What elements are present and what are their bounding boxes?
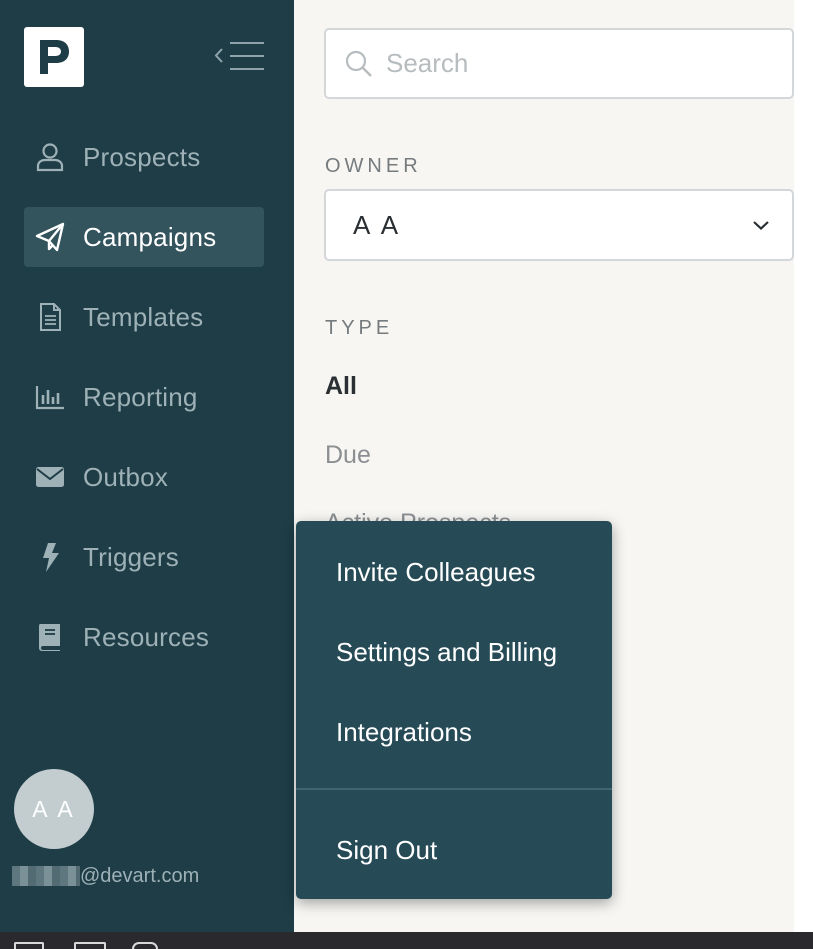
- sidebar-item-prospects[interactable]: Prospects: [24, 127, 264, 187]
- menu-item-settings-and-billing[interactable]: Settings and Billing: [336, 637, 557, 668]
- type-option-all[interactable]: All: [325, 372, 357, 401]
- sidebar-item-label: Prospects: [83, 141, 201, 172]
- sidebar-item-label: Outbox: [83, 461, 169, 492]
- user-email: @devart.com: [12, 864, 199, 888]
- sidebar-item-triggers[interactable]: Triggers: [24, 527, 264, 587]
- sidebar-item-label: Triggers: [83, 541, 179, 572]
- sidebar-item-resources[interactable]: Resources: [24, 607, 264, 667]
- owner-label: OWNER: [325, 155, 422, 177]
- sidebar-item-label: Resources: [83, 621, 210, 652]
- user-avatar[interactable]: A A: [14, 769, 94, 849]
- logo-p-icon: [40, 40, 69, 74]
- sidebar-item-reporting[interactable]: Reporting: [24, 367, 264, 427]
- sidebar-item-templates[interactable]: Templates: [24, 287, 264, 347]
- collapse-menu-icon: [214, 42, 264, 70]
- type-label: TYPE: [325, 317, 394, 339]
- user-menu: Invite Colleagues Settings and Billing I…: [296, 521, 612, 899]
- owner-selected-value: A A: [353, 209, 402, 240]
- bar-chart-icon: [34, 377, 72, 417]
- document-icon: [34, 297, 72, 337]
- person-icon: [34, 137, 72, 177]
- book-icon: [34, 617, 72, 657]
- sidebar-item-label: Campaigns: [83, 221, 217, 252]
- taskbar-app-icon[interactable]: [132, 942, 158, 949]
- user-email-domain: @devart.com: [80, 864, 200, 887]
- paper-plane-icon: [34, 217, 72, 257]
- search-icon: [345, 50, 372, 77]
- lightning-icon: [34, 537, 72, 577]
- search-box[interactable]: [324, 28, 794, 99]
- sidebar-item-label: Templates: [83, 301, 204, 332]
- redacted-email-name: [12, 866, 80, 886]
- envelope-icon: [34, 457, 72, 497]
- menu-item-integrations[interactable]: Integrations: [336, 717, 472, 748]
- search-input[interactable]: [386, 48, 766, 79]
- app-logo[interactable]: [24, 27, 84, 87]
- taskbar-app-icon[interactable]: [14, 942, 44, 949]
- taskbar: [0, 932, 813, 949]
- menu-divider: [296, 788, 612, 790]
- sidebar-item-campaigns[interactable]: Campaigns: [24, 207, 264, 267]
- menu-item-invite-colleagues[interactable]: Invite Colleagues: [336, 557, 535, 588]
- sidebar-item-label: Reporting: [83, 381, 198, 412]
- chevron-down-icon: [753, 221, 769, 231]
- taskbar-app-icon[interactable]: [74, 942, 106, 949]
- type-option-due[interactable]: Due: [325, 441, 371, 470]
- collapse-sidebar-button[interactable]: [212, 38, 266, 74]
- sidebar-item-outbox[interactable]: Outbox: [24, 447, 264, 507]
- sidebar: Prospects Campaigns Templates Reporting …: [0, 0, 294, 932]
- owner-select[interactable]: A A: [324, 189, 794, 261]
- content-edge: [794, 0, 813, 932]
- menu-item-sign-out[interactable]: Sign Out: [336, 835, 437, 866]
